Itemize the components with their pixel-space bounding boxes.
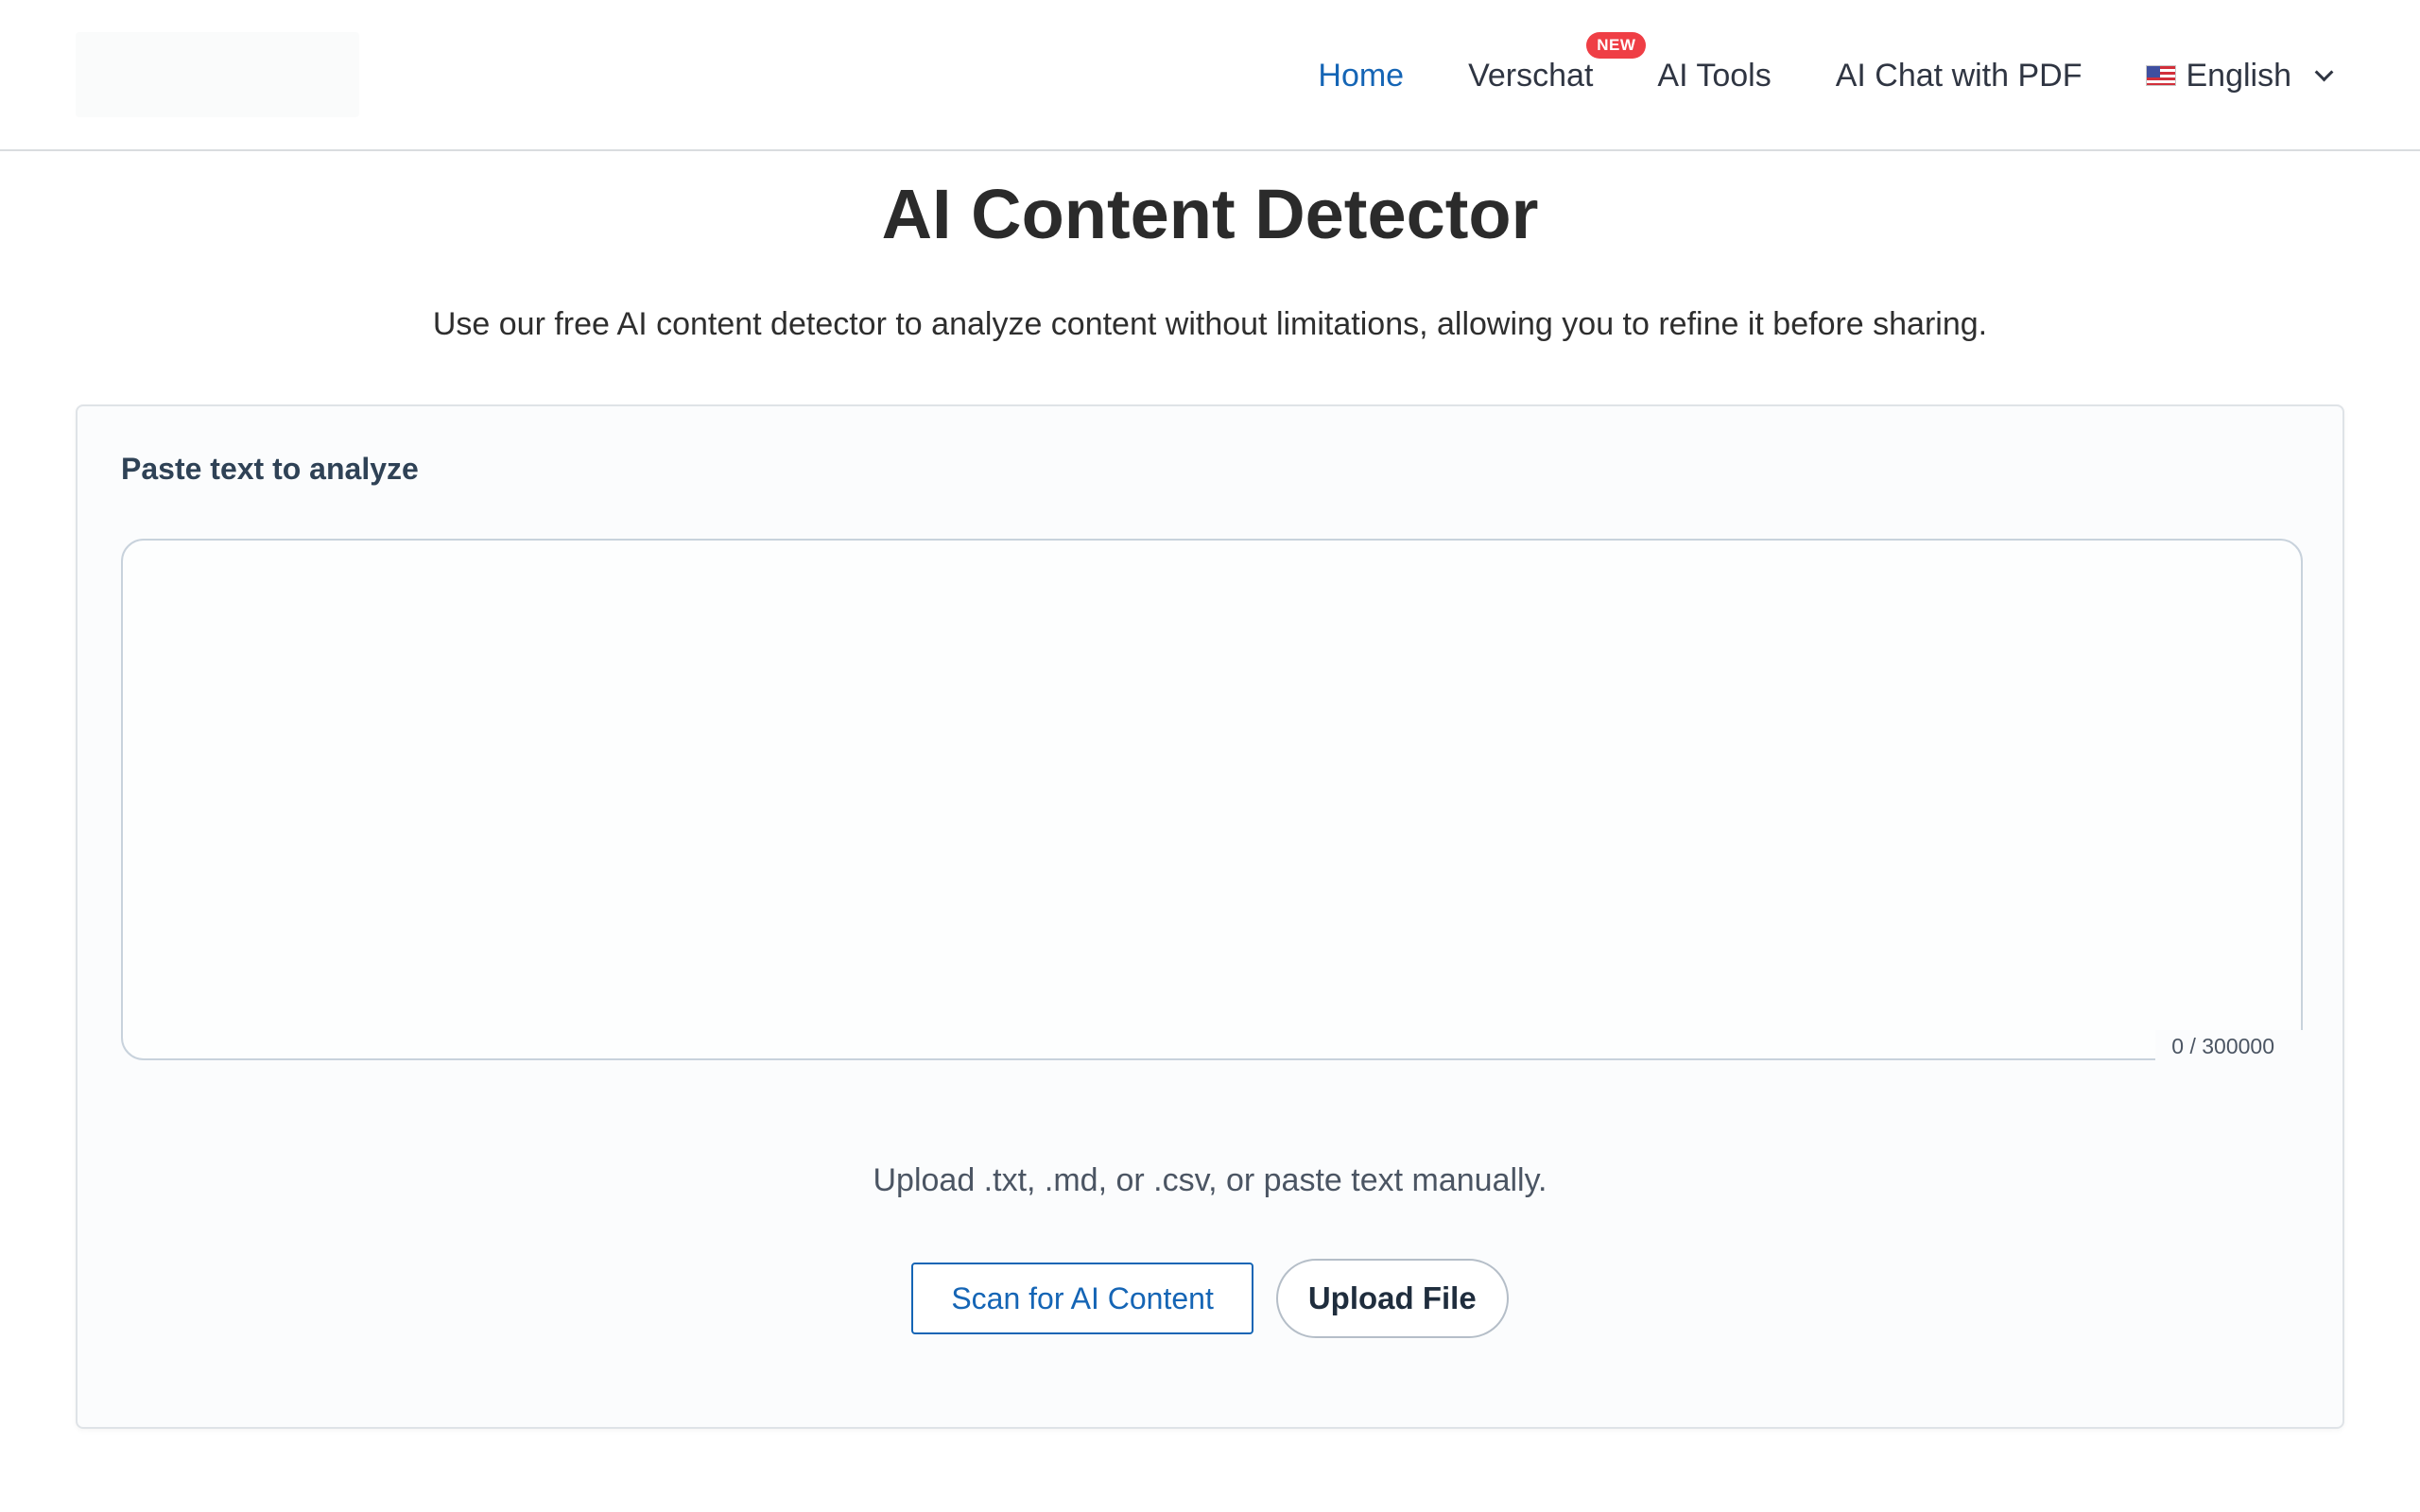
action-buttons: Scan for AI Content Upload File bbox=[78, 1259, 2342, 1338]
chevron-down-icon bbox=[2314, 62, 2334, 82]
nav-verschat-label: Verschat bbox=[1468, 58, 1594, 94]
site-header: Home Verschat NEW AI Tools AI Chat with … bbox=[0, 0, 2420, 151]
nav-ai-tools[interactable]: AI Tools bbox=[1657, 47, 1771, 104]
text-input[interactable] bbox=[121, 539, 2303, 1060]
language-label: English bbox=[2186, 58, 2291, 94]
nav-home[interactable]: Home bbox=[1318, 47, 1404, 104]
analyzer-card: Paste text to analyze 0 / 300000 Upload … bbox=[76, 404, 2344, 1429]
upload-file-button[interactable]: Upload File bbox=[1275, 1259, 1509, 1338]
us-flag-icon bbox=[2146, 65, 2177, 86]
main-nav: Home Verschat NEW AI Tools AI Chat with … bbox=[1318, 32, 2334, 104]
nav-ai-chat-pdf[interactable]: AI Chat with PDF bbox=[1836, 47, 2083, 104]
site-logo[interactable] bbox=[76, 32, 359, 117]
char-counter: 0 / 300000 bbox=[2155, 1030, 2303, 1062]
nav-verschat[interactable]: Verschat NEW bbox=[1468, 32, 1647, 104]
new-badge: NEW bbox=[1586, 32, 1647, 59]
page-title: AI Content Detector bbox=[881, 175, 1539, 253]
text-input-wrapper: 0 / 300000 bbox=[121, 539, 2303, 1062]
page-subtitle: Use our free AI content detector to anal… bbox=[432, 306, 1988, 342]
upload-hint: Upload .txt, .md, or .csv, or paste text… bbox=[873, 1162, 1547, 1198]
analyze-label: Paste text to analyze bbox=[121, 452, 419, 486]
language-selector[interactable]: English bbox=[2146, 47, 2334, 104]
scan-button[interactable]: Scan for AI Content bbox=[911, 1263, 1253, 1334]
